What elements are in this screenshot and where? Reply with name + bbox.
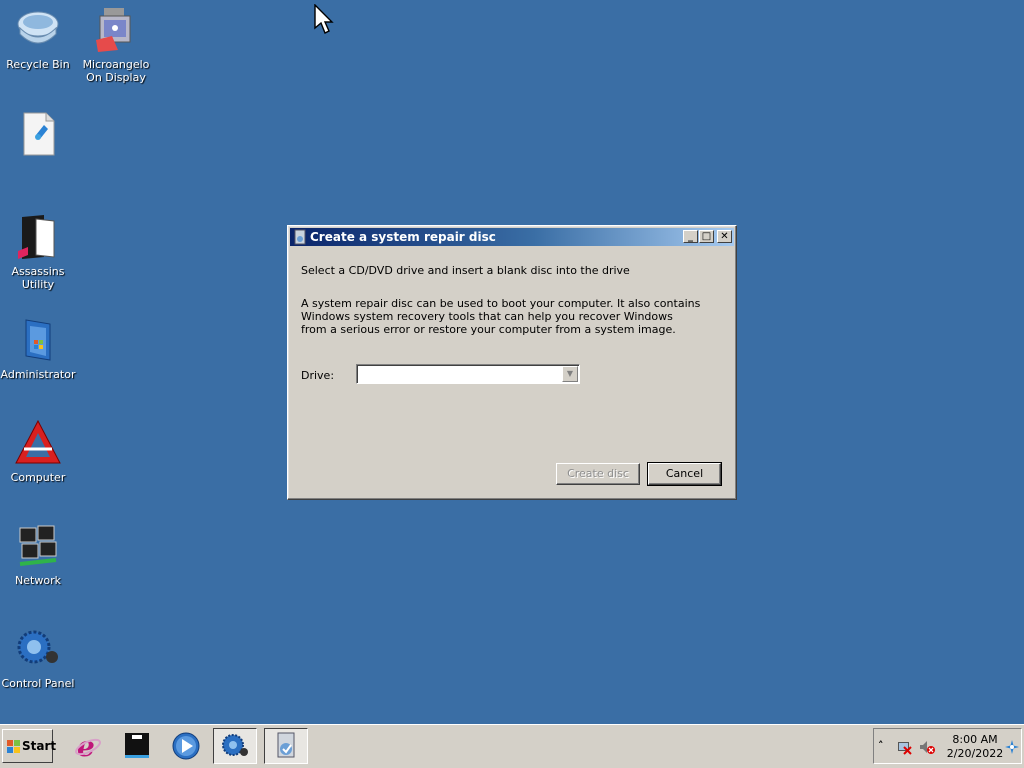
desktop-icon-assassins-utility[interactable]: Assassins Utility: [0, 213, 76, 291]
user-folder-icon: [14, 316, 62, 364]
repair-disc-icon: [277, 732, 295, 758]
internet-explorer-icon: e: [75, 731, 101, 761]
repair-disc-icon: [294, 229, 306, 245]
desktop-icon-label: Network: [15, 574, 61, 587]
volume-muted-icon[interactable]: [919, 739, 935, 755]
maximize-button[interactable]: □: [699, 230, 714, 243]
taskbar-app-repair-disc[interactable]: [264, 728, 308, 764]
desktop-icon-network[interactable]: Network: [0, 522, 76, 587]
desktop-icon-administrator[interactable]: Administrator: [0, 316, 76, 381]
start-button[interactable]: Start: [2, 729, 57, 763]
clock[interactable]: 8:00 AM 2/20/2022: [944, 733, 1006, 761]
control-panel-icon: [14, 625, 62, 673]
action-center-icon[interactable]: [1004, 739, 1020, 755]
black-book-icon: [14, 213, 62, 261]
dialog-description: A system repair disc can be used to boot…: [301, 297, 701, 336]
taskbar-app-terminal[interactable]: [115, 728, 159, 764]
desktop-icon-label: Control Panel: [1, 677, 75, 690]
drive-select[interactable]: ▼: [356, 364, 580, 384]
media-player-icon: [172, 732, 200, 760]
dialog-title-bar[interactable]: Create a system repair disc _ □ ✕: [290, 228, 734, 246]
network-disconnected-icon[interactable]: [896, 739, 912, 755]
desktop-icon-label: Administrator: [0, 368, 76, 381]
control-panel-icon: [222, 734, 248, 756]
show-hidden-icons-button[interactable]: ˄: [878, 739, 884, 752]
desktop-icon-microangelo[interactable]: Microangelo On Display: [78, 6, 154, 84]
repair-disc-dialog: Create a system repair disc _ □ ✕ Select…: [287, 225, 737, 500]
taskbar: Start e ˄ 8:00 AM 2/20/2022: [0, 724, 1024, 768]
windows-flag-icon: [7, 740, 20, 753]
desktop-icon-label: Computer: [10, 471, 66, 484]
computer-icon: [14, 419, 62, 467]
monitor-icon: [92, 6, 140, 54]
desktop-icon-control-panel[interactable]: Control Panel: [0, 625, 76, 690]
clock-time: 8:00 AM: [952, 733, 998, 746]
dialog-heading: Select a CD/DVD drive and insert a blank…: [301, 264, 630, 277]
system-tray: ˄ 8:00 AM 2/20/2022: [873, 728, 1022, 764]
terminal-icon: [125, 733, 149, 758]
dialog-title: Create a system repair disc: [310, 230, 496, 244]
close-button[interactable]: ✕: [717, 230, 732, 243]
recycle-bin-icon: [14, 6, 62, 54]
desktop-icon-label: Assassins Utility: [11, 265, 65, 291]
document-shortcut-icon: [14, 111, 62, 159]
dropdown-arrow-icon[interactable]: ▼: [562, 366, 578, 382]
desktop-icon-computer[interactable]: Computer: [0, 419, 76, 484]
desktop-icon-label: Microangelo On Display: [82, 58, 150, 84]
desktop-icon-label: Recycle Bin: [6, 58, 70, 71]
mouse-cursor-icon: [314, 4, 334, 34]
create-disc-button[interactable]: Create disc: [556, 463, 640, 485]
taskbar-app-media-player[interactable]: [164, 728, 208, 764]
taskbar-app-control-panel[interactable]: [213, 728, 257, 764]
drive-label: Drive:: [301, 369, 335, 382]
cancel-button[interactable]: Cancel: [647, 462, 722, 486]
taskbar-app-internet-explorer[interactable]: e: [66, 728, 110, 764]
desktop-icon-recycle-bin[interactable]: Recycle Bin: [0, 6, 76, 71]
minimize-button[interactable]: _: [683, 230, 698, 243]
clock-date: 2/20/2022: [946, 747, 1004, 760]
network-icon: [14, 522, 62, 570]
start-label: Start: [22, 739, 57, 753]
desktop-icon-file-shortcut[interactable]: [0, 111, 76, 163]
